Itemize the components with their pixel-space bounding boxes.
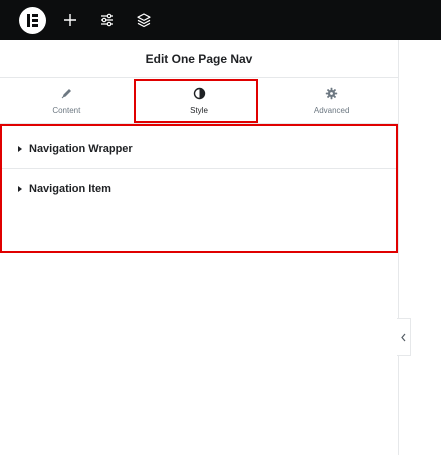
half-circle-icon <box>193 87 206 100</box>
tab-label: Content <box>52 105 81 115</box>
canvas-area <box>400 40 441 455</box>
top-toolbar <box>0 0 441 40</box>
section-label: Navigation Item <box>29 182 111 195</box>
panel-title: Edit One Page Nav <box>0 40 398 78</box>
tab-style[interactable]: Style <box>133 78 266 123</box>
section-navigation-item[interactable]: Navigation Item <box>0 169 398 208</box>
tab-label: Style <box>190 105 208 115</box>
editor-panel: Edit One Page Nav Content Style Advanced… <box>0 40 399 455</box>
logo-bar <box>32 24 38 27</box>
tab-advanced[interactable]: Advanced <box>265 78 398 123</box>
logo-bar <box>27 14 30 27</box>
logo-bar <box>32 19 38 22</box>
elementor-logo[interactable] <box>19 7 46 34</box>
section-label: Navigation Wrapper <box>29 143 133 155</box>
panel-tabs: Content Style Advanced <box>0 78 398 124</box>
add-icon[interactable] <box>61 11 79 29</box>
tab-content[interactable]: Content <box>0 78 133 123</box>
caret-right-icon <box>18 185 22 192</box>
gear-icon <box>325 87 338 100</box>
logo-bar <box>32 14 38 17</box>
layers-icon[interactable] <box>135 11 153 29</box>
collapse-panel-button[interactable] <box>397 318 411 356</box>
caret-right-icon <box>18 146 22 152</box>
chevron-left-icon <box>400 333 407 342</box>
style-sections: Navigation Wrapper Navigation Item <box>0 125 398 208</box>
section-navigation-wrapper[interactable]: Navigation Wrapper <box>0 130 398 169</box>
pencil-icon <box>60 87 73 100</box>
sliders-icon[interactable] <box>98 11 116 29</box>
tab-label: Advanced <box>313 105 350 115</box>
